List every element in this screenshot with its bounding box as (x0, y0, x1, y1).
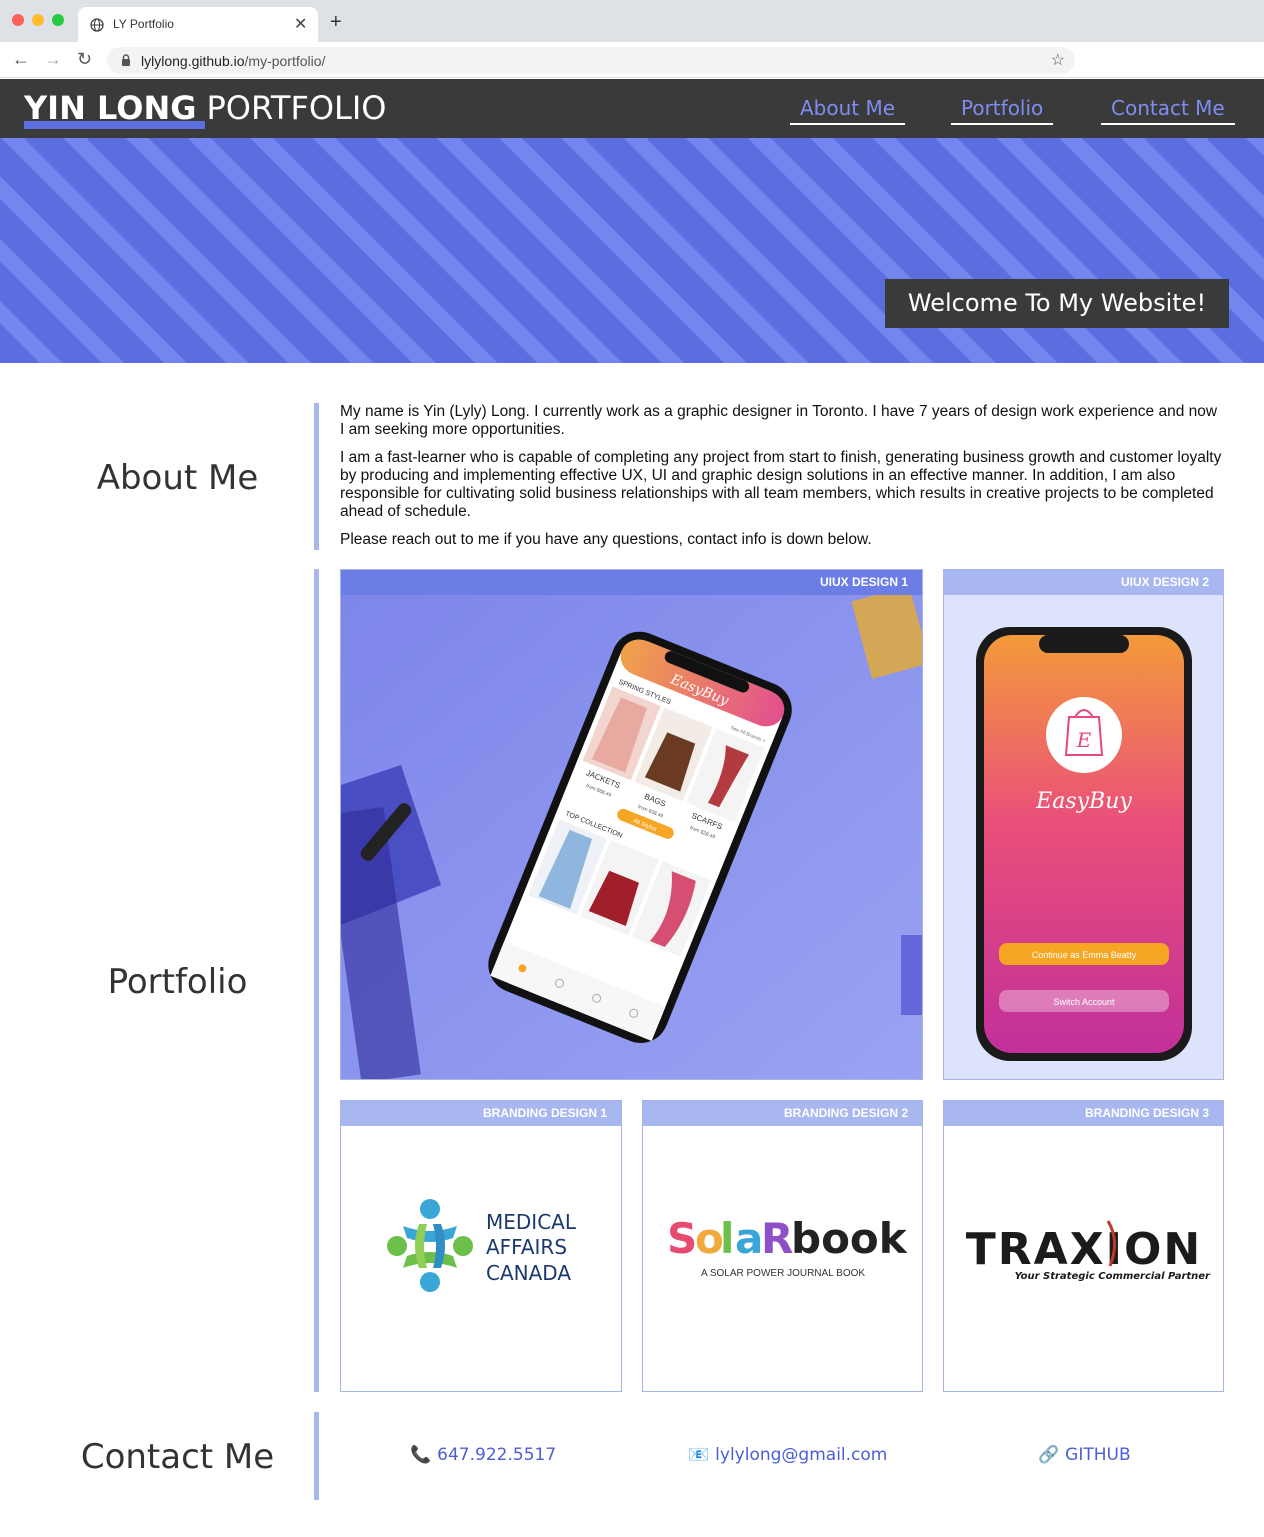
about-section-title: About Me (96, 458, 259, 498)
url-text: lylylong.github.io/my-portfolio/ (141, 53, 325, 69)
tab-title: LY Portfolio (113, 17, 174, 31)
contact-email[interactable]: 📧 lylylong@gmail.com (688, 1445, 887, 1465)
uiux-2-image: E EasyBuy Continue as Emma Beatty Switch… (944, 595, 1223, 1079)
logo-text: MEDICAL (486, 1210, 577, 1234)
portfolio-card-uiux-2[interactable]: UIUX DESIGN 2 E EasyBuy Continue as Emma… (943, 569, 1224, 1080)
svg-text:S: S (667, 1214, 697, 1263)
portfolio-card-branding-2[interactable]: BRANDING DESIGN 2 S o l a R book A SOLAR… (642, 1100, 923, 1392)
nav-about-me[interactable]: About Me (790, 96, 906, 125)
bookmark-star-icon[interactable]: ☆ (1051, 50, 1065, 70)
hero-banner: Welcome To My Website! (0, 138, 1264, 363)
globe-icon (90, 18, 104, 32)
address-bar: ← → ↻ lylylong.github.io/my-portfolio/ ☆ (0, 42, 1264, 78)
phone-splash-image: E EasyBuy Continue as Emma Beatty Switch… (976, 627, 1192, 1061)
reload-icon[interactable]: ↻ (77, 50, 92, 68)
contact-github[interactable]: 🔗 GITHUB (1038, 1445, 1131, 1465)
maximize-window-button[interactable] (52, 14, 64, 26)
card-label: BRANDING DESIGN 2 (643, 1101, 922, 1126)
lock-icon (122, 54, 130, 66)
logo-text: AFFAIRS (486, 1235, 567, 1259)
phone-icon: 📞 (410, 1445, 432, 1465)
browser-tab-bar: LY Portfolio ✕ + (0, 0, 1264, 42)
about-paragraph: My name is Yin (Lyly) Long. I currently … (340, 403, 1218, 438)
close-window-button[interactable] (12, 14, 24, 26)
about-paragraph: I am a fast-learner who is capable of co… (340, 449, 1222, 520)
logo-subtitle: Your Strategic Commercial Partner (1015, 1271, 1211, 1282)
medical-affairs-logo: MEDICAL AFFAIRS CANADA (387, 1199, 577, 1292)
email-icon: 📧 (688, 1445, 710, 1465)
portfolio-card-branding-3[interactable]: BRANDING DESIGN 3 TRAXION Your Strategic… (943, 1100, 1224, 1392)
link-icon: 🔗 (1038, 1445, 1060, 1465)
branding-2-logo: S o l a R book A SOLAR POWER JOURNAL BOO… (643, 1126, 922, 1391)
svg-text:a: a (735, 1214, 763, 1263)
back-arrow-icon[interactable]: ← (12, 50, 30, 68)
email-address[interactable]: lylylong@gmail.com (715, 1445, 887, 1465)
contact-phone[interactable]: 📞 647.922.5517 (410, 1445, 556, 1465)
brand-name: YIN LONG (24, 89, 197, 127)
phone-mockup-image: EasyBuy SPRING STYLES See All Brands > J… (341, 586, 922, 1079)
branding-3-logo: TRAXION Your Strategic Commercial Partne… (944, 1126, 1223, 1391)
svg-text:R: R (761, 1214, 793, 1263)
phone-number[interactable]: 647.922.5517 (437, 1445, 556, 1465)
card-label: BRANDING DESIGN 3 (944, 1101, 1223, 1126)
app-continue-button: Continue as Emma Beatty (1032, 950, 1137, 960)
card-label: UIUX DESIGN 1 (341, 570, 922, 595)
svg-text:l: l (720, 1214, 734, 1263)
contact-section-title: Contact Me (80, 1437, 275, 1477)
portfolio-divider (314, 569, 319, 1392)
site-logo[interactable]: YIN LONG PORTFOLIO (24, 89, 386, 127)
about-paragraph: Please reach out to me if you have any q… (340, 531, 872, 548)
app-logo-letter: E (1076, 728, 1092, 752)
portfolio-section-title: Portfolio (107, 962, 248, 1002)
url-path: /my-portfolio/ (244, 53, 326, 69)
close-tab-icon[interactable]: ✕ (294, 14, 307, 34)
nav-contact-me[interactable]: Contact Me (1101, 96, 1235, 125)
logo-text: CANADA (486, 1261, 571, 1285)
portfolio-card-branding-1[interactable]: BRANDING DESIGN 1 MEDICAL AFFAIRS CANADA (340, 1100, 622, 1392)
logo-subtitle: A SOLAR POWER JOURNAL BOOK (701, 1268, 865, 1279)
portfolio-card-uiux-1[interactable]: UIUX DESIGN 1 EasyBuy SPRING STYLES See … (340, 569, 923, 1080)
logo-wordmark-end: book (791, 1214, 908, 1263)
card-label: BRANDING DESIGN 1 (341, 1101, 621, 1126)
site-header: YIN LONG PORTFOLIO About Me Portfolio Con… (0, 79, 1264, 138)
branding-1-logo: MEDICAL AFFAIRS CANADA (341, 1126, 621, 1391)
nav-portfolio[interactable]: Portfolio (951, 96, 1054, 125)
app-brand: EasyBuy (1035, 789, 1132, 814)
about-text: My name is Yin (Lyly) Long. I currently … (340, 403, 1225, 559)
github-link[interactable]: GITHUB (1065, 1445, 1130, 1465)
app-switch-button: Switch Account (1053, 997, 1115, 1007)
url-host: lylylong.github.io (141, 53, 245, 69)
url-input[interactable]: lylylong.github.io/my-portfolio/ ☆ (107, 47, 1075, 74)
card-label: UIUX DESIGN 2 (944, 570, 1223, 595)
uiux-1-image: EasyBuy SPRING STYLES See All Brands > J… (341, 586, 922, 1079)
logo-title: TRAXION (966, 1224, 1202, 1275)
solarbook-logo: S o l a R book A SOLAR POWER JOURNAL BOO… (667, 1214, 908, 1279)
minimize-window-button[interactable] (32, 14, 44, 26)
welcome-banner: Welcome To My Website! (885, 279, 1229, 328)
contact-divider (314, 1412, 319, 1500)
about-divider (314, 403, 319, 550)
browser-tab[interactable]: LY Portfolio ✕ (78, 7, 318, 42)
new-tab-icon[interactable]: + (330, 12, 342, 32)
forward-arrow-icon[interactable]: → (44, 50, 62, 68)
traxion-logo: TRAXION Your Strategic Commercial Partne… (966, 1220, 1211, 1282)
brand-suffix: PORTFOLIO (206, 89, 387, 127)
